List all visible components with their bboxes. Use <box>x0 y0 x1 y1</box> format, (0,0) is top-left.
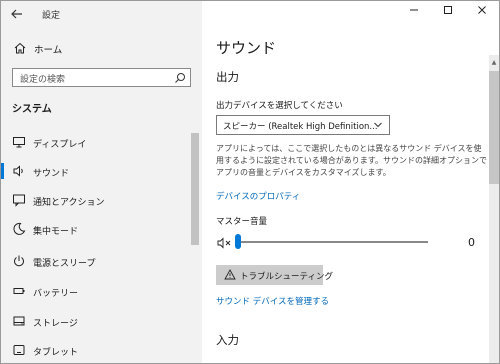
sidebar-item-label: 通知とアクション <box>33 198 105 208</box>
close-icon <box>478 6 486 14</box>
section-heading-system: システム <box>12 104 52 115</box>
main-scrollbar-thumb[interactable] <box>489 71 499 184</box>
sidebar-item-tablet[interactable]: タブレット <box>1 337 191 363</box>
sidebar-item-power[interactable]: 電源とスリープ <box>1 248 191 274</box>
display-icon <box>13 137 25 148</box>
battery-icon <box>13 288 25 294</box>
sidebar-item-storage[interactable]: ストレージ <box>1 308 191 334</box>
selected-device: スピーカー (Realtek High Definition... <box>223 122 378 132</box>
sidebar-item-battery[interactable]: バッテリー <box>1 278 191 304</box>
sidebar-item-notifications[interactable]: 通知とアクション <box>1 187 191 213</box>
device-description: アプリによっては、ここで選択したものとは異なるサウンド デバイスを使用するように… <box>216 144 487 177</box>
home-label: ホーム <box>34 45 63 56</box>
sidebar-item-sound[interactable]: サウンド <box>1 158 191 184</box>
scroll-up-arrow-icon[interactable]: ▲ <box>489 57 499 69</box>
sidebar-item-label: 電源とスリープ <box>33 259 96 269</box>
sidebar: 設定 ホーム 設定の検索 システム ディスプレイ サウンド 通知とアクション 集… <box>1 1 202 363</box>
search-input[interactable]: 設定の検索 <box>12 68 191 87</box>
maximize-button[interactable] <box>433 3 463 23</box>
home-icon <box>14 42 26 54</box>
home-nav-item[interactable]: ホーム <box>1 37 202 59</box>
search-icon <box>175 73 185 83</box>
sidebar-item-display[interactable]: ディスプレイ <box>1 129 191 155</box>
page-title: サウンド <box>216 39 277 57</box>
master-volume-value: 0 <box>468 236 475 249</box>
search-placeholder: 設定の検索 <box>20 75 66 85</box>
warning-icon <box>224 269 236 280</box>
manage-sound-devices-link[interactable]: サウンド デバイスを管理する <box>216 295 329 307</box>
selection-indicator <box>1 163 4 179</box>
output-device-dropdown[interactable]: スピーカー (Realtek High Definition... <box>216 115 390 135</box>
master-volume-slider-track[interactable] <box>238 241 428 243</box>
sidebar-item-label: ディスプレイ <box>33 140 87 150</box>
device-properties-link[interactable]: デバイスのプロパティ <box>216 190 300 202</box>
tablet-icon <box>13 345 25 355</box>
maximize-icon <box>444 6 452 14</box>
sidebar-item-label: ストレージ <box>33 319 78 329</box>
main-pane: サウンド 出力 出力デバイスを選択してください スピーカー (Realtek H… <box>202 1 499 363</box>
sidebar-scrollbar[interactable] <box>191 133 199 245</box>
sidebar-item-label: 集中モード <box>33 227 79 237</box>
back-arrow-icon <box>11 9 22 19</box>
output-heading: 出力 <box>216 70 239 84</box>
master-volume-slider-thumb[interactable] <box>235 234 241 249</box>
back-button[interactable] <box>7 5 27 23</box>
muted-speaker-icon[interactable] <box>217 237 233 249</box>
troubleshoot-label: トラブルシューティング <box>240 272 333 282</box>
close-button[interactable] <box>467 3 497 23</box>
troubleshoot-button[interactable]: トラブルシューティング <box>216 265 333 285</box>
minimize-button[interactable] <box>399 3 429 23</box>
sidebar-item-focus[interactable]: 集中モード <box>1 216 191 242</box>
master-volume-label: マスター音量 <box>216 217 268 227</box>
sidebar-item-label: サウンド <box>33 169 70 179</box>
input-heading: 入力 <box>216 333 239 347</box>
sidebar-item-label: タブレット <box>33 348 79 358</box>
moon-icon <box>13 222 26 235</box>
chevron-down-icon <box>374 122 382 128</box>
sidebar-item-label: バッテリー <box>33 289 79 299</box>
device-select-label: 出力デバイスを選択してください <box>216 101 343 111</box>
storage-icon <box>13 316 25 326</box>
settings-window: 設定 ホーム 設定の検索 システム ディスプレイ サウンド 通知とアクション 集… <box>0 0 500 364</box>
minimize-icon <box>410 9 418 11</box>
app-title: 設定 <box>42 11 61 21</box>
power-icon <box>14 255 24 267</box>
titlebar-left: 設定 <box>1 1 202 27</box>
window-controls <box>391 1 499 25</box>
notification-icon <box>13 194 25 207</box>
speaker-icon <box>13 165 23 177</box>
